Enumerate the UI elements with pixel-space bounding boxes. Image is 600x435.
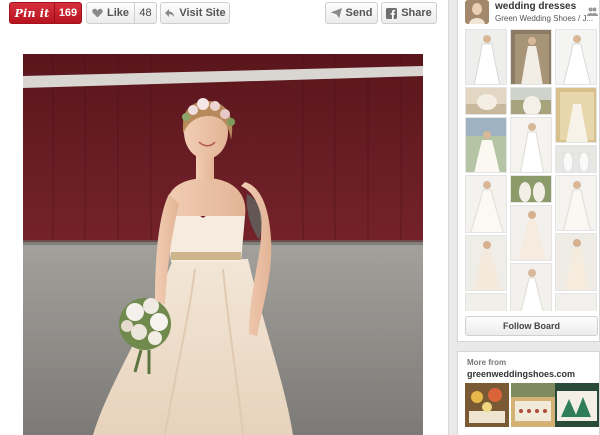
like-button[interactable]: Like 48 bbox=[86, 2, 157, 24]
send-label: Send bbox=[345, 7, 373, 19]
board-thumbnail[interactable] bbox=[465, 235, 507, 291]
board-card: wedding dresses Green Wedding Shoes / J.… bbox=[457, 0, 600, 342]
board-thumbnail[interactable] bbox=[510, 87, 552, 115]
follow-board-button[interactable]: Follow Board bbox=[465, 316, 598, 336]
board-thumbnail[interactable] bbox=[465, 117, 507, 173]
paper-plane-icon bbox=[330, 8, 342, 18]
share-button[interactable]: Share bbox=[381, 2, 437, 24]
board-avatar[interactable] bbox=[465, 0, 489, 24]
board-thumbnail[interactable] bbox=[465, 87, 507, 115]
more-from-thumbnail[interactable] bbox=[555, 383, 599, 427]
board-thumbnail[interactable] bbox=[510, 205, 552, 261]
board-thumbnail[interactable] bbox=[555, 29, 597, 85]
like-label: Like bbox=[106, 7, 129, 19]
board-thumbnail[interactable] bbox=[510, 175, 552, 203]
board-thumbnails bbox=[465, 29, 599, 311]
pin-detail-card: Pin it 169 Like 48 Visit Site Send Share bbox=[0, 0, 449, 435]
external-link-icon bbox=[164, 8, 175, 18]
board-thumbnail[interactable] bbox=[555, 145, 597, 173]
pin-toolbar: Pin it 169 Like 48 Visit Site Send Share bbox=[0, 0, 448, 28]
share-label: Share bbox=[401, 7, 432, 19]
group-board-icon bbox=[587, 3, 598, 16]
more-from-thumbnail[interactable] bbox=[511, 383, 555, 427]
sidebar: wedding dresses Green Wedding Shoes / J.… bbox=[457, 0, 600, 435]
more-from-card: More from greenweddingshoes.com bbox=[457, 351, 600, 435]
board-thumbnail[interactable] bbox=[555, 233, 597, 291]
board-thumbnail[interactable] bbox=[555, 87, 597, 143]
board-thumbnail[interactable] bbox=[465, 29, 507, 85]
pin-image[interactable] bbox=[23, 54, 423, 435]
board-title[interactable]: wedding dresses bbox=[495, 1, 576, 12]
board-thumbnail[interactable] bbox=[465, 293, 507, 311]
facebook-icon bbox=[386, 7, 398, 19]
board-thumbnail[interactable] bbox=[555, 293, 597, 311]
pin-it-label: Pin it bbox=[10, 3, 55, 23]
bride-photo bbox=[23, 54, 423, 435]
board-source[interactable]: Green Wedding Shoes / J... bbox=[495, 14, 595, 23]
board-thumbnail[interactable] bbox=[555, 175, 597, 231]
send-button[interactable]: Send bbox=[325, 2, 378, 24]
more-from-thumbnail[interactable] bbox=[465, 383, 509, 427]
like-count: 48 bbox=[139, 7, 152, 19]
visit-site-button[interactable]: Visit Site bbox=[160, 2, 230, 24]
board-thumbnail[interactable] bbox=[510, 29, 552, 85]
board-thumbnail[interactable] bbox=[510, 263, 552, 311]
board-thumbnail[interactable] bbox=[510, 117, 552, 173]
board-thumbnail[interactable] bbox=[465, 175, 507, 233]
pin-count: 169 bbox=[58, 7, 78, 19]
pin-it-button[interactable]: Pin it 169 bbox=[9, 2, 82, 24]
heart-icon bbox=[92, 8, 103, 18]
visit-site-label: Visit Site bbox=[179, 7, 226, 19]
more-from-source-link[interactable]: greenweddingshoes.com bbox=[467, 369, 575, 379]
more-from-label: More from bbox=[467, 358, 507, 367]
